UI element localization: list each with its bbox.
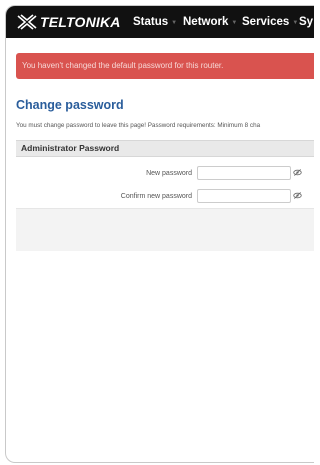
password-requirements-text: You must change password to leave this p… [16, 122, 261, 129]
nav-network-label: Network [183, 16, 229, 28]
brand-logo[interactable]: TELTONIKA [16, 14, 121, 30]
section-header: Administrator Password [16, 140, 314, 157]
teltonika-cross-logo-icon [17, 14, 37, 30]
new-password-label: New password [146, 170, 192, 177]
chevron-down-icon: ▼ [231, 20, 238, 26]
nav-services-label: Services [242, 16, 290, 28]
browser-frame: TELTONIKA Status ▼ Network ▼ Services ▼ … [5, 5, 314, 463]
nav-services[interactable]: Services ▼ [242, 6, 298, 38]
nav-status[interactable]: Status ▼ [133, 6, 177, 38]
chevron-down-icon: ▼ [292, 20, 299, 26]
eye-icon[interactable] [293, 191, 302, 200]
nav-system[interactable]: Sy [299, 6, 313, 38]
new-password-input[interactable] [197, 166, 291, 180]
nav-status-label: Status [133, 16, 169, 28]
nav-system-label: Sy [299, 16, 314, 28]
page-title: Change password [16, 98, 124, 112]
eye-icon[interactable] [293, 168, 302, 177]
nav-network[interactable]: Network ▼ [183, 6, 237, 38]
top-navigation-bar: TELTONIKA Status ▼ Network ▼ Services ▼ … [6, 6, 314, 38]
confirm-password-input[interactable] [197, 189, 291, 203]
form-footer-panel [16, 208, 314, 251]
default-password-alert: You haven't changed the default password… [16, 53, 314, 79]
confirm-password-label: Confirm new password [120, 193, 192, 200]
brand-name: TELTONIKA [40, 14, 121, 30]
chevron-down-icon: ▼ [171, 20, 178, 26]
